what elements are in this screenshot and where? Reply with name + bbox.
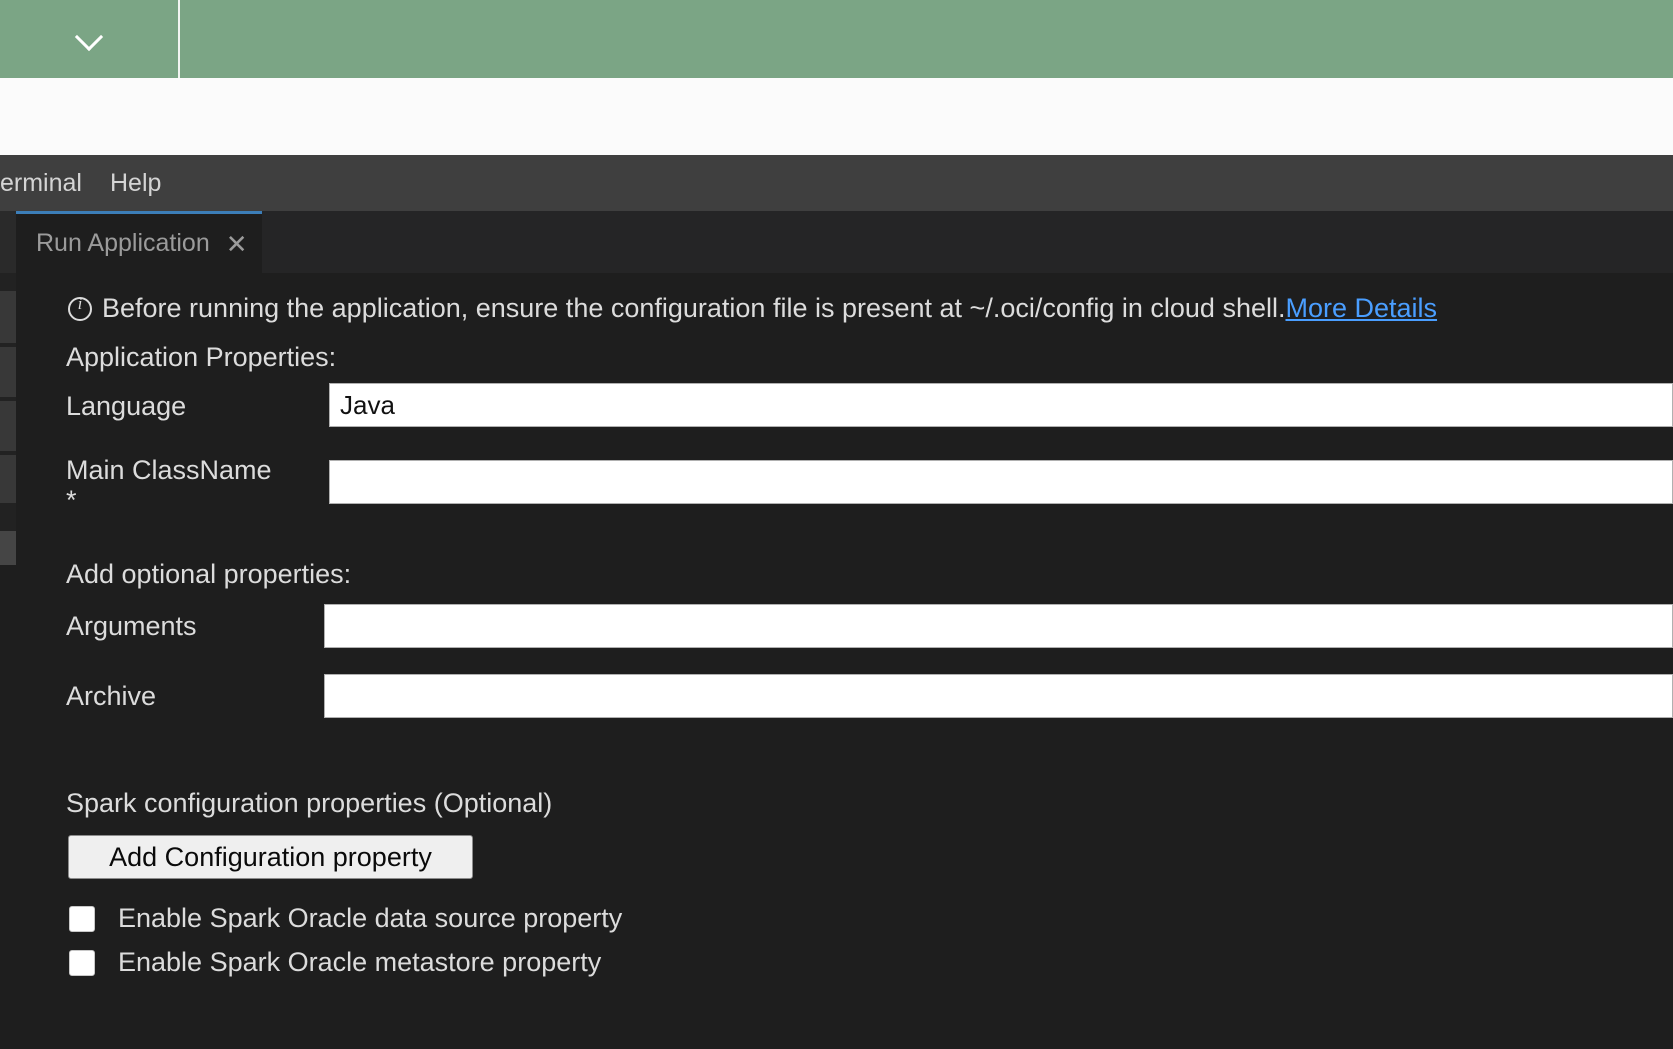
sidebar-item[interactable] — [0, 347, 16, 397]
required-marker-main-classname: * — [66, 485, 77, 515]
arguments-input[interactable] — [324, 604, 1673, 648]
more-details-link[interactable]: More Details — [1285, 293, 1437, 324]
top-green-header — [0, 0, 1673, 78]
checkbox-spark-oracle-data-source[interactable] — [69, 905, 95, 932]
spark-configuration-title: Spark configuration properties (Optional… — [66, 788, 553, 818]
label-language: Language — [66, 391, 187, 421]
run-application-panel: Before running the application, ensure t… — [16, 273, 1673, 1049]
checkbox-spark-oracle-metastore[interactable] — [69, 949, 95, 976]
tab-label: Run Application — [36, 229, 210, 257]
label-main-classname: Main ClassName — [66, 455, 272, 485]
tab-bar-left-gutter — [0, 211, 16, 273]
application-properties-title: Application Properties: — [66, 342, 337, 372]
sidebar-strip — [0, 273, 16, 565]
menu-bar: erminal Help — [0, 155, 1673, 211]
checkbox-label: Enable Spark Oracle metastore property — [118, 947, 602, 977]
optional-properties-title: Add optional properties: — [66, 559, 352, 589]
label-arguments: Arguments — [66, 611, 197, 641]
archive-input[interactable] — [324, 674, 1673, 718]
sidebar-item[interactable] — [0, 291, 16, 343]
language-input[interactable] — [329, 383, 1673, 427]
add-configuration-property-button[interactable]: Add Configuration property — [68, 835, 473, 879]
info-banner-text: Before running the application, ensure t… — [102, 293, 1286, 323]
sidebar-item[interactable] — [0, 531, 16, 565]
app-root: erminal Help Run Application ✕ Before ru… — [0, 0, 1673, 1049]
tab-bar-empty-area — [262, 211, 1673, 273]
header-dropdown-cell[interactable] — [0, 0, 180, 78]
header-blank-cell — [180, 0, 1673, 78]
sidebar-item[interactable] — [0, 401, 16, 451]
info-banner: Before running the application, ensure t… — [68, 293, 1437, 324]
checkbox-row-spark-oracle-data-source[interactable]: Enable Spark Oracle data source property — [69, 903, 622, 934]
close-icon[interactable]: ✕ — [226, 231, 248, 257]
checkbox-row-spark-oracle-metastore[interactable]: Enable Spark Oracle metastore property — [69, 947, 601, 978]
label-archive: Archive — [66, 681, 157, 711]
info-circle-icon — [68, 294, 92, 321]
main-classname-input[interactable] — [329, 460, 1673, 504]
checkbox-label: Enable Spark Oracle data source property — [118, 903, 623, 933]
tab-bar: Run Application ✕ — [0, 211, 1673, 273]
menu-item-terminal[interactable]: erminal — [0, 155, 96, 211]
sidebar-item[interactable] — [0, 455, 16, 503]
chevron-down-icon[interactable] — [76, 23, 102, 49]
menu-item-help[interactable]: Help — [96, 155, 175, 211]
white-content-strip — [0, 78, 1673, 155]
tab-run-application[interactable]: Run Application ✕ — [16, 211, 262, 273]
